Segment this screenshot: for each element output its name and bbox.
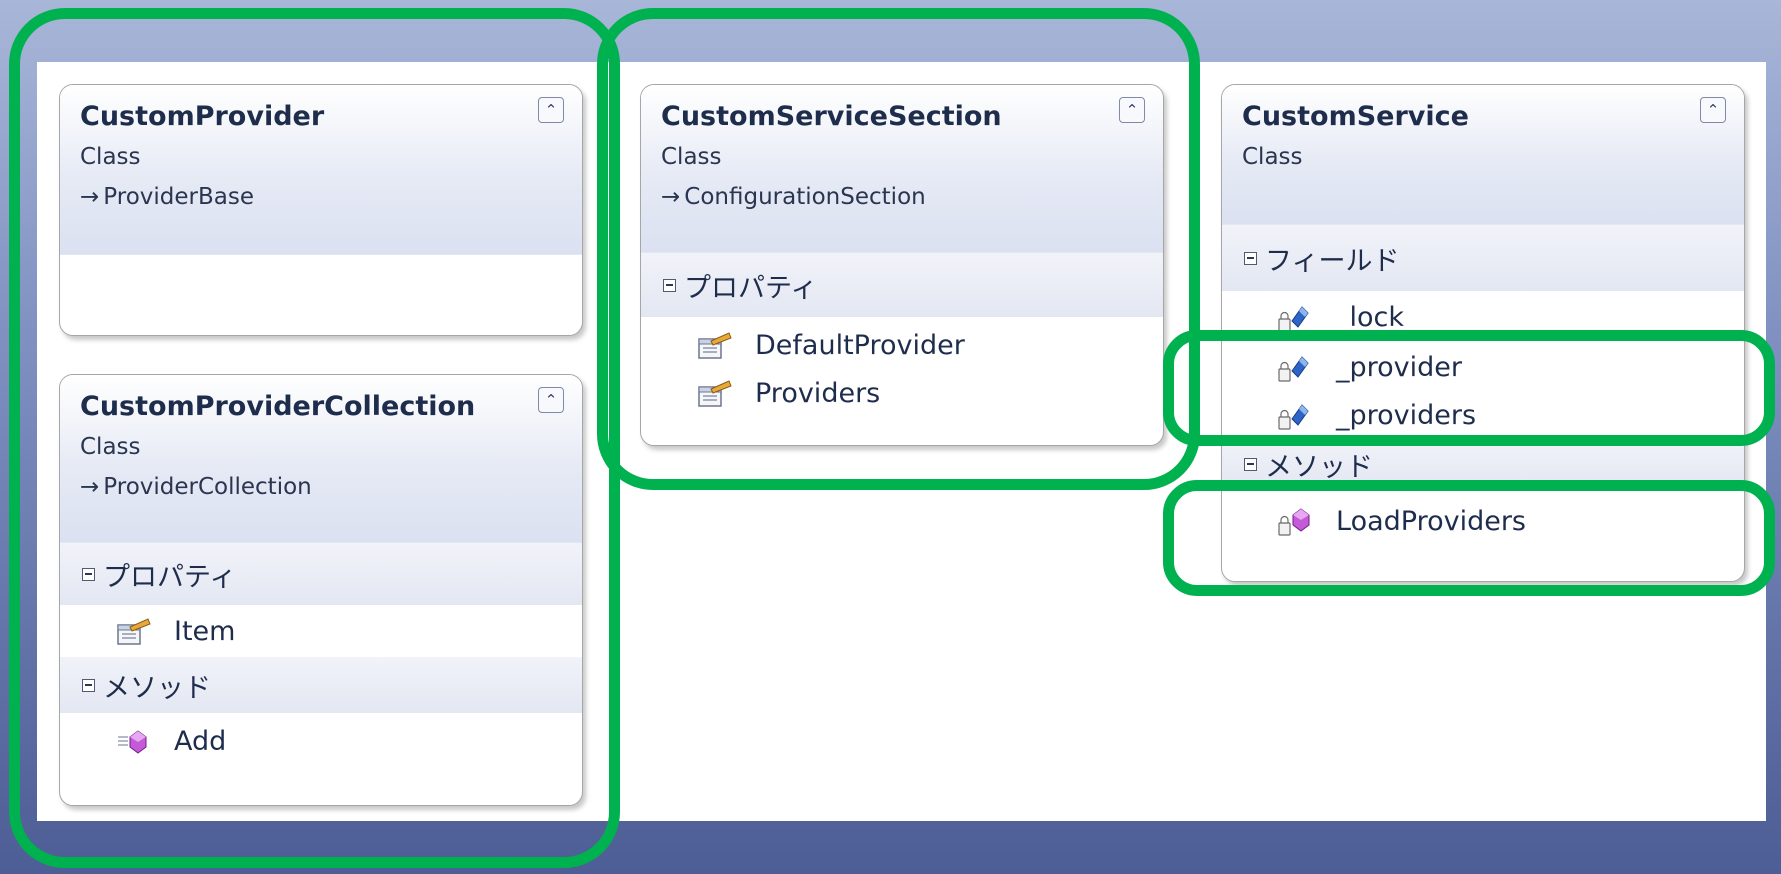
collapse-glyph: ⌃ [1706, 100, 1720, 119]
collapse-minus-icon[interactable] [1244, 251, 1257, 265]
highlight-custom-service-section [597, 8, 1200, 490]
section-title: メソッド [1265, 451, 1373, 483]
class-header: CustomService Class ⌃ [1222, 85, 1744, 225]
private-field-icon [1278, 306, 1309, 332]
class-name: CustomService [1242, 101, 1469, 132]
highlight-load-providers [1163, 480, 1775, 596]
highlight-provider-fields [1163, 330, 1775, 446]
collapse-minus-icon[interactable] [1244, 457, 1257, 471]
class-kind: Class [1242, 144, 1303, 170]
section-title: フィールド [1265, 245, 1400, 277]
section-header-fields[interactable]: フィールド [1222, 225, 1744, 291]
member-name: _lock [1336, 301, 1405, 333]
highlight-left-column [9, 8, 620, 868]
collapse-chevron-icon[interactable]: ⌃ [1700, 97, 1726, 123]
